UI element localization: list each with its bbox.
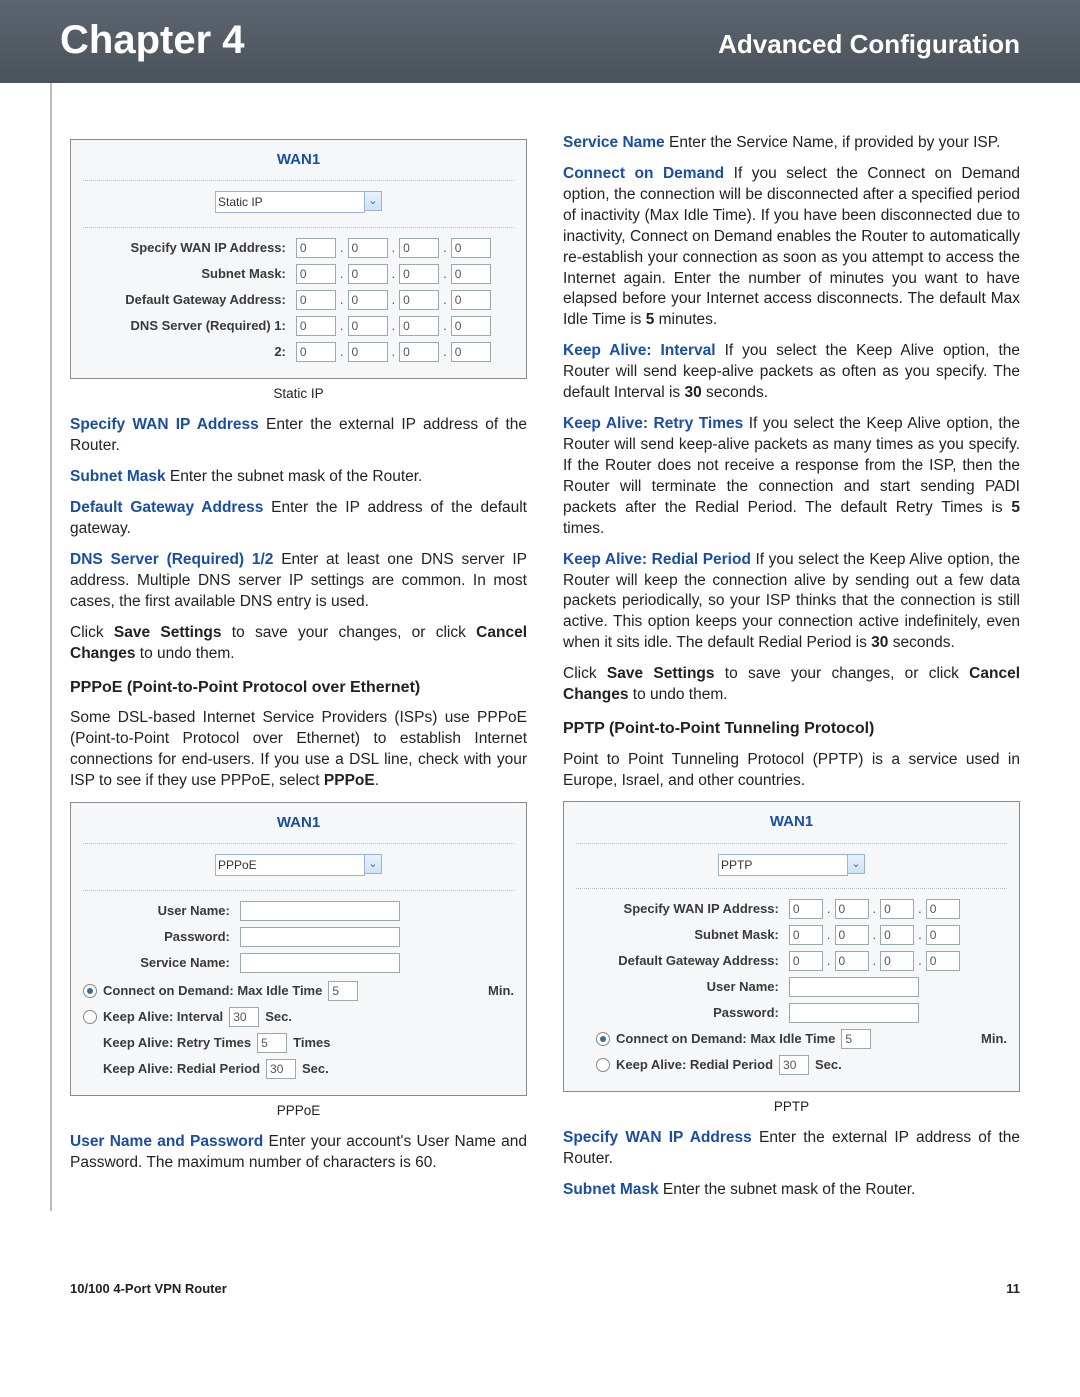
redial-input[interactable]	[266, 1059, 296, 1079]
ip-octet[interactable]	[451, 238, 491, 258]
label-pass: Password:	[576, 1004, 783, 1022]
ip-octet[interactable]	[348, 238, 388, 258]
header-subtitle: Advanced Configuration	[718, 29, 1020, 60]
password-input[interactable]	[789, 1003, 919, 1023]
ip-octet[interactable]	[789, 951, 823, 971]
subheading-pptp: PPTP (Point-to-Point Tunneling Protocol)	[563, 718, 1020, 740]
term: DNS Server (Required) 1/2	[70, 551, 273, 568]
max-idle-input[interactable]	[328, 981, 358, 1001]
wan-type-select[interactable]	[215, 854, 365, 876]
ip-octet[interactable]	[926, 951, 960, 971]
label-user: User Name:	[576, 978, 783, 996]
ip-octet[interactable]	[296, 264, 336, 284]
term: Service Name	[563, 134, 665, 151]
user-input[interactable]	[789, 977, 919, 997]
ip-octet[interactable]	[880, 899, 914, 919]
label-gateway: Default Gateway Address:	[576, 952, 783, 970]
ip-octet[interactable]	[296, 316, 336, 336]
ip-octet[interactable]	[399, 264, 439, 284]
label-specify-ip: Specify WAN IP Address:	[576, 900, 783, 918]
ip-octet[interactable]	[926, 925, 960, 945]
page-header: Chapter 4 Advanced Configuration	[0, 0, 1080, 83]
figure-static-ip: WAN1 ⌄ Specify WAN IP Address: . . .	[70, 139, 527, 379]
ip-octet[interactable]	[926, 899, 960, 919]
ip-octet[interactable]	[296, 342, 336, 362]
ip-octet[interactable]	[880, 951, 914, 971]
label-gateway: Default Gateway Address:	[83, 291, 290, 309]
ip-octet[interactable]	[399, 342, 439, 362]
ip-octet[interactable]	[296, 290, 336, 310]
ip-octet[interactable]	[399, 238, 439, 258]
term: Keep Alive: Retry Times	[563, 415, 743, 432]
radio-connect-on-demand[interactable]	[596, 1032, 610, 1046]
figure-pptp: WAN1 ⌄ Specify WAN IP Address: . . .	[563, 801, 1020, 1091]
figure-title: WAN1	[83, 813, 514, 833]
term: User Name and Password	[70, 1133, 263, 1150]
page-footer: 10/100 4-Port VPN Router 11	[0, 1241, 1080, 1316]
subheading-pppoe: PPPoE (Point-to-Point Protocol over Ethe…	[70, 677, 527, 699]
figure-caption: Static IP	[70, 385, 527, 403]
ip-octet[interactable]	[880, 925, 914, 945]
term: Subnet Mask	[563, 1181, 659, 1198]
ip-octet[interactable]	[348, 264, 388, 284]
figure-title: WAN1	[576, 812, 1007, 832]
ip-octet[interactable]	[348, 290, 388, 310]
chevron-down-icon[interactable]: ⌄	[364, 191, 382, 211]
ip-octet[interactable]	[451, 316, 491, 336]
radio-keep-alive[interactable]	[596, 1058, 610, 1072]
user-input[interactable]	[240, 901, 400, 921]
wan-type-select[interactable]	[718, 854, 848, 876]
footer-product: 10/100 4-Port VPN Router	[70, 1281, 227, 1296]
ip-octet[interactable]	[348, 316, 388, 336]
retry-input[interactable]	[257, 1033, 287, 1053]
ip-octet[interactable]	[451, 290, 491, 310]
chapter-title: Chapter 4	[60, 18, 245, 63]
radio-connect-on-demand[interactable]	[83, 984, 97, 998]
ip-octet[interactable]	[835, 951, 869, 971]
label-pass: Password:	[83, 928, 234, 946]
ip-octet[interactable]	[835, 899, 869, 919]
ip-octet[interactable]	[296, 238, 336, 258]
figure-pppoe: WAN1 ⌄ User Name: Password: Service Name…	[70, 802, 527, 1096]
chevron-down-icon[interactable]: ⌄	[364, 854, 382, 874]
right-column: Service Name Enter the Service Name, if …	[563, 133, 1020, 1211]
figure-caption: PPPoE	[70, 1102, 527, 1120]
wan-type-select[interactable]	[215, 191, 365, 213]
chevron-down-icon[interactable]: ⌄	[847, 854, 865, 874]
figure-title: WAN1	[83, 150, 514, 170]
max-idle-input[interactable]	[841, 1029, 871, 1049]
vertical-rule	[50, 83, 52, 1211]
footer-page-number: 11	[1006, 1281, 1020, 1296]
term: Default Gateway Address	[70, 499, 263, 516]
radio-keep-alive[interactable]	[83, 1010, 97, 1024]
term: Specify WAN IP Address	[563, 1129, 752, 1146]
label-dns1: DNS Server (Required) 1:	[83, 317, 290, 335]
service-input[interactable]	[240, 953, 400, 973]
ip-octet[interactable]	[399, 290, 439, 310]
figure-caption: PPTP	[563, 1098, 1020, 1116]
term: Keep Alive: Redial Period	[563, 551, 751, 568]
term: Keep Alive: Interval	[563, 342, 716, 359]
ip-octet[interactable]	[348, 342, 388, 362]
interval-input[interactable]	[229, 1007, 259, 1027]
term: Subnet Mask	[70, 468, 166, 485]
label-dns2: 2:	[83, 343, 290, 361]
page-body: WAN1 ⌄ Specify WAN IP Address: . . .	[0, 83, 1080, 1241]
ip-octet[interactable]	[451, 264, 491, 284]
ip-octet[interactable]	[451, 342, 491, 362]
term: Connect on Demand	[563, 165, 724, 182]
label-user: User Name:	[83, 902, 234, 920]
redial-input[interactable]	[779, 1055, 809, 1075]
ip-octet[interactable]	[789, 899, 823, 919]
ip-octet[interactable]	[835, 925, 869, 945]
label-service: Service Name:	[83, 954, 234, 972]
label-subnet: Subnet Mask:	[83, 265, 290, 283]
label-subnet: Subnet Mask:	[576, 926, 783, 944]
ip-octet[interactable]	[789, 925, 823, 945]
password-input[interactable]	[240, 927, 400, 947]
term: Specify WAN IP Address	[70, 416, 259, 433]
ip-octet[interactable]	[399, 316, 439, 336]
label-specify-ip: Specify WAN IP Address:	[83, 239, 290, 257]
left-column: WAN1 ⌄ Specify WAN IP Address: . . .	[70, 133, 527, 1211]
